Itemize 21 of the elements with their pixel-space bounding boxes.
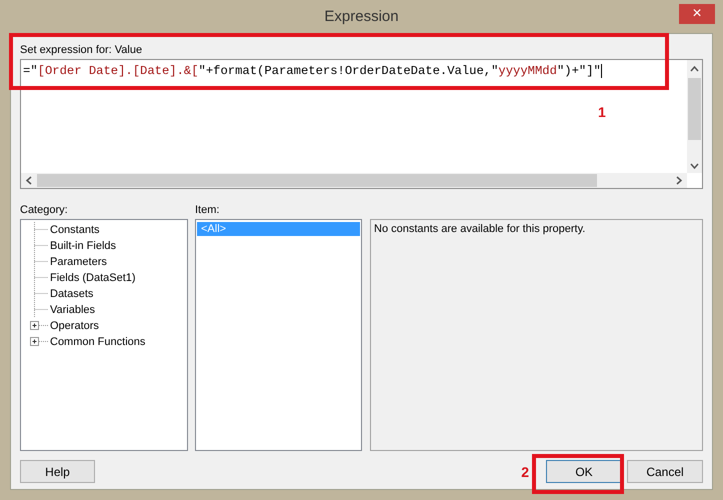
category-item[interactable]: Variables: [50, 302, 96, 318]
help-button[interactable]: Help: [20, 460, 95, 483]
category-label: Category:: [20, 204, 69, 218]
cancel-button[interactable]: Cancel: [627, 460, 703, 483]
annotation-number: 1: [598, 104, 606, 120]
item-label: Item:: [195, 204, 220, 218]
category-item[interactable]: Operators: [50, 318, 99, 334]
category-item[interactable]: Fields (DataSet1): [50, 270, 136, 286]
ok-button[interactable]: OK: [546, 460, 622, 483]
horizontal-scrollbar[interactable]: [21, 173, 687, 188]
category-item[interactable]: Constants: [50, 222, 100, 238]
category-item[interactable]: Parameters: [50, 254, 107, 270]
vertical-scrollbar[interactable]: [687, 60, 702, 173]
annotation-number: 2: [521, 464, 529, 480]
category-item[interactable]: Built-in Fields: [50, 238, 116, 254]
window-title: Expression: [324, 8, 399, 25]
category-item[interactable]: Datasets: [50, 286, 94, 302]
close-button[interactable]: ×: [679, 4, 715, 24]
description-text: No constants are available for this property.: [374, 223, 586, 235]
category-item[interactable]: Common Functions: [50, 334, 146, 350]
expression-label: Set expression for: Value: [20, 43, 144, 58]
